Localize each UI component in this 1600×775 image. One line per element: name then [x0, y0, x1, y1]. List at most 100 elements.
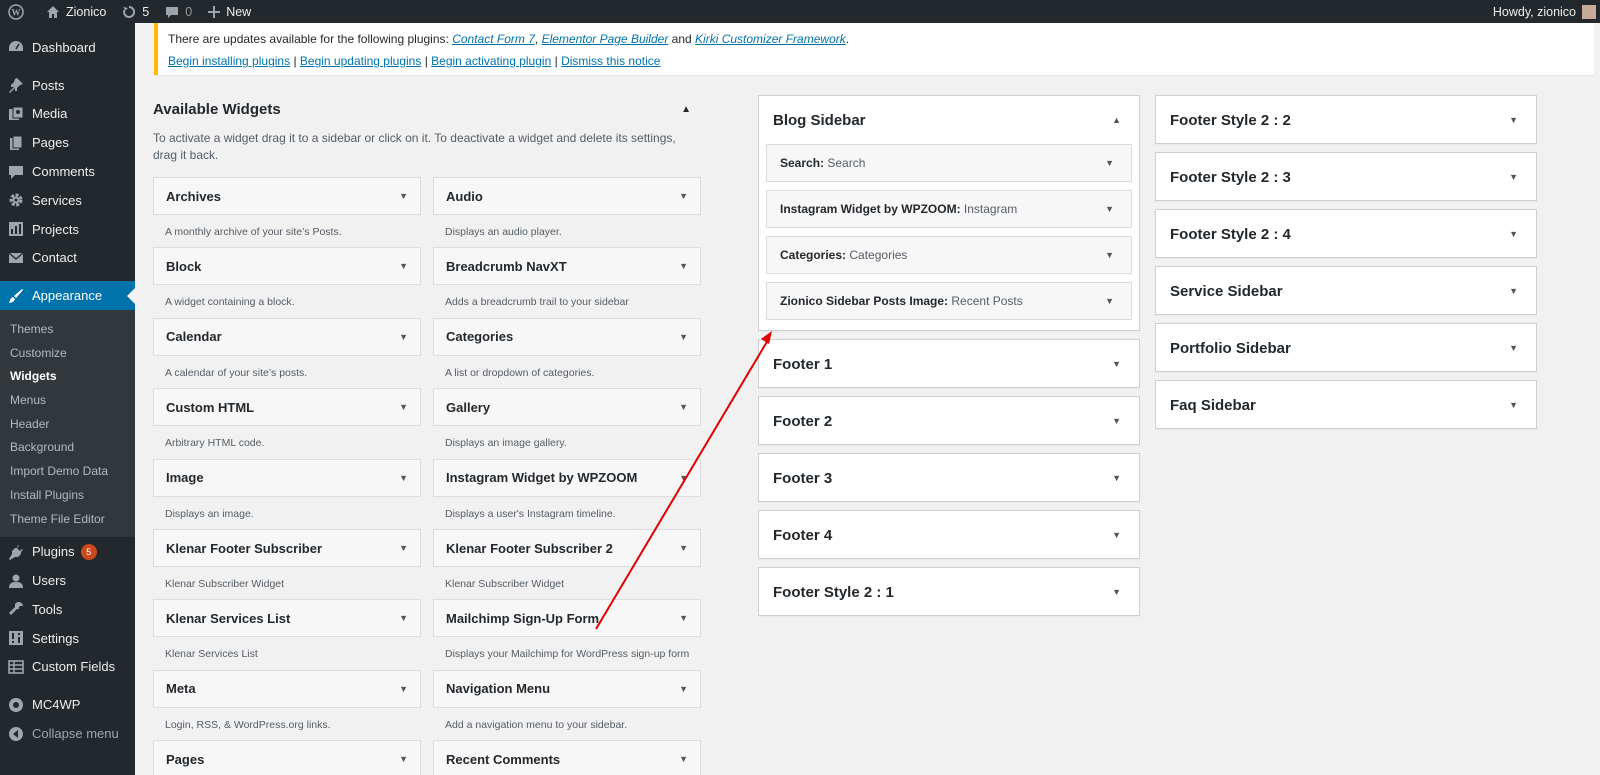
available-widget[interactable]: Recent Comments ▼ — [433, 740, 701, 775]
available-widget[interactable]: Mailchimp Sign-Up Form ▼ Displays your Mai… — [433, 599, 701, 660]
widget-title-bar[interactable]: Meta ▼ — [153, 669, 421, 708]
sidebar-header[interactable]: Footer Style 2 : 1 ▼ — [759, 568, 1139, 616]
widget-title-bar[interactable]: Breadcrumb NavXT ▼ — [433, 247, 701, 286]
expand-down-arrow-icon[interactable]: ▼ — [1112, 530, 1121, 540]
available-widget[interactable]: Gallery ▼ Displays an image gallery. — [433, 388, 701, 449]
sidebar-header[interactable]: Blog Sidebar ▲ — [759, 96, 1139, 144]
expand-down-arrow-icon[interactable]: ▼ — [1105, 250, 1114, 260]
expand-down-arrow-icon[interactable]: ▼ — [1112, 359, 1121, 369]
available-widget[interactable]: Image ▼ Displays an image. — [153, 458, 421, 520]
sidebar-header[interactable]: Footer 4 ▼ — [759, 511, 1139, 559]
expand-down-arrow-icon[interactable]: ▼ — [679, 754, 688, 764]
sidebar-header[interactable]: Faq Sidebar ▼ — [1156, 381, 1536, 429]
menu-services[interactable]: Services — [0, 186, 135, 215]
available-widget[interactable]: Block ▼ A widget containing a block. — [153, 247, 421, 308]
wordpress-logo-icon[interactable]: W — [0, 0, 38, 23]
menu-posts[interactable]: Posts — [0, 71, 135, 100]
widget-title-bar[interactable]: Block ▼ — [153, 247, 421, 286]
expand-down-arrow-icon[interactable]: ▼ — [679, 402, 688, 412]
expand-down-arrow-icon[interactable]: ▼ — [1509, 400, 1518, 410]
widget-title-bar[interactable]: Categories ▼ — [433, 317, 701, 356]
available-widgets-header[interactable]: Available Widgets ▲ — [153, 95, 701, 123]
notice-plugin-link-kirki[interactable]: Kirki Customizer Framework — [695, 32, 846, 46]
widget-title-bar[interactable]: Archives ▼ — [153, 177, 421, 215]
submenu-install-plugins[interactable]: Install Plugins — [0, 483, 135, 507]
expand-down-arrow-icon[interactable]: ▼ — [679, 261, 688, 271]
expand-down-arrow-icon[interactable]: ▼ — [1509, 343, 1518, 353]
sidebar-widget[interactable]: Zionico Sidebar Posts Image: Recent Post… — [766, 282, 1132, 320]
widget-title-bar[interactable]: Navigation Menu ▼ — [433, 669, 701, 708]
widget-title-bar[interactable]: Klenar Services List ▼ — [153, 599, 421, 638]
available-widget[interactable]: Klenar Services List ▼ Klenar Services Lis… — [153, 599, 421, 660]
expand-down-arrow-icon[interactable]: ▼ — [399, 684, 408, 694]
available-widget[interactable]: Audio ▼ Displays an audio player. — [433, 177, 701, 238]
available-widget[interactable]: Klenar Footer Subscriber ▼ Klenar Subscrib… — [153, 529, 421, 590]
expand-down-arrow-icon[interactable]: ▼ — [399, 191, 408, 201]
menu-users[interactable]: Users — [0, 566, 135, 595]
available-widget[interactable]: Breadcrumb NavXT ▼ Adds a breadcrumb trail… — [433, 247, 701, 308]
widget-title-bar[interactable]: Calendar ▼ — [153, 317, 421, 356]
menu-appearance[interactable]: Appearance — [0, 281, 135, 311]
comments-link[interactable]: 0 — [157, 0, 200, 23]
my-account-link[interactable]: Howdy, zionico — [1485, 0, 1600, 23]
sidebar-header[interactable]: Footer Style 2 : 4 ▼ — [1156, 210, 1536, 258]
menu-mc4wp[interactable]: MC4WP — [0, 690, 135, 719]
available-widget[interactable]: Pages ▼ — [153, 740, 421, 775]
expand-down-arrow-icon[interactable]: ▼ — [399, 261, 408, 271]
available-widget[interactable]: Categories ▼ A list or dropdown of categor… — [433, 317, 701, 379]
site-name-link[interactable]: Zionico — [38, 0, 114, 23]
expand-down-arrow-icon[interactable]: ▼ — [1105, 158, 1114, 168]
sidebar-header[interactable]: Service Sidebar ▼ — [1156, 267, 1536, 315]
submenu-theme-file-editor[interactable]: Theme File Editor — [0, 507, 135, 531]
menu-tools[interactable]: Tools — [0, 595, 135, 624]
widget-title-bar[interactable]: Pages ▼ — [153, 740, 421, 775]
available-widget[interactable]: Instagram Widget by WPZOOM ▼ Displays a us… — [433, 458, 701, 520]
expand-down-arrow-icon[interactable]: ▼ — [399, 332, 408, 342]
menu-settings[interactable]: Settings — [0, 624, 135, 653]
menu-media[interactable]: Media — [0, 100, 135, 129]
menu-plugins[interactable]: Plugins 5 — [0, 537, 135, 566]
collapse-up-arrow-icon[interactable]: ▲ — [1112, 115, 1121, 125]
expand-down-arrow-icon[interactable]: ▼ — [679, 332, 688, 342]
notice-plugin-link-elementor[interactable]: Elementor Page Builder — [542, 32, 669, 46]
updates-link[interactable]: 5 — [114, 0, 157, 23]
expand-down-arrow-icon[interactable]: ▼ — [1509, 229, 1518, 239]
expand-down-arrow-icon[interactable]: ▼ — [1509, 172, 1518, 182]
menu-dashboard[interactable]: Dashboard — [0, 33, 135, 62]
submenu-themes[interactable]: Themes — [0, 317, 135, 341]
dismiss-notice-link[interactable]: Dismiss this notice — [561, 54, 660, 68]
expand-down-arrow-icon[interactable]: ▼ — [399, 543, 408, 553]
sidebar-header[interactable]: Footer 1 ▼ — [759, 340, 1139, 388]
sidebar-header[interactable]: Footer 3 ▼ — [759, 454, 1139, 502]
submenu-import-demo-data[interactable]: Import Demo Data — [0, 459, 135, 483]
expand-down-arrow-icon[interactable]: ▼ — [679, 473, 688, 483]
widget-title-bar[interactable]: Gallery ▼ — [433, 388, 701, 427]
submenu-background[interactable]: Background — [0, 436, 135, 460]
widget-title-bar[interactable]: Instagram Widget by WPZOOM ▼ — [433, 458, 701, 497]
widget-title-bar[interactable]: Audio ▼ — [433, 177, 701, 215]
begin-updating-plugins-link[interactable]: Begin updating plugins — [300, 54, 421, 68]
submenu-customize[interactable]: Customize — [0, 341, 135, 365]
sidebar-widget[interactable]: Search: Search ▼ — [766, 144, 1132, 182]
widget-title-bar[interactable]: Recent Comments ▼ — [433, 740, 701, 775]
expand-down-arrow-icon[interactable]: ▼ — [679, 191, 688, 201]
available-widget[interactable]: Custom HTML ▼ Arbitrary HTML code. — [153, 388, 421, 449]
submenu-header[interactable]: Header — [0, 412, 135, 436]
expand-down-arrow-icon[interactable]: ▼ — [399, 402, 408, 412]
sidebar-widget[interactable]: Categories: Categories ▼ — [766, 236, 1132, 274]
available-widget[interactable]: Archives ▼ A monthly archive of your site’… — [153, 177, 421, 238]
expand-down-arrow-icon[interactable]: ▼ — [1105, 296, 1114, 306]
sidebar-header[interactable]: Footer Style 2 : 3 ▼ — [1156, 153, 1536, 201]
expand-down-arrow-icon[interactable]: ▼ — [1105, 204, 1114, 214]
available-widget[interactable]: Meta ▼ Login, RSS, & WordPress.org links. — [153, 669, 421, 731]
menu-comments[interactable]: Comments — [0, 157, 135, 186]
widget-title-bar[interactable]: Mailchimp Sign-Up Form ▼ — [433, 599, 701, 638]
sidebar-header[interactable]: Footer 2 ▼ — [759, 397, 1139, 445]
notice-plugin-link-contact-form-7[interactable]: Contact Form 7 — [452, 32, 535, 46]
submenu-widgets[interactable]: Widgets — [0, 365, 135, 389]
sidebar-header[interactable]: Portfolio Sidebar ▼ — [1156, 324, 1536, 372]
expand-down-arrow-icon[interactable]: ▼ — [1112, 473, 1121, 483]
expand-down-arrow-icon[interactable]: ▼ — [399, 473, 408, 483]
menu-pages[interactable]: Pages — [0, 128, 135, 157]
new-content-link[interactable]: New — [200, 0, 259, 23]
